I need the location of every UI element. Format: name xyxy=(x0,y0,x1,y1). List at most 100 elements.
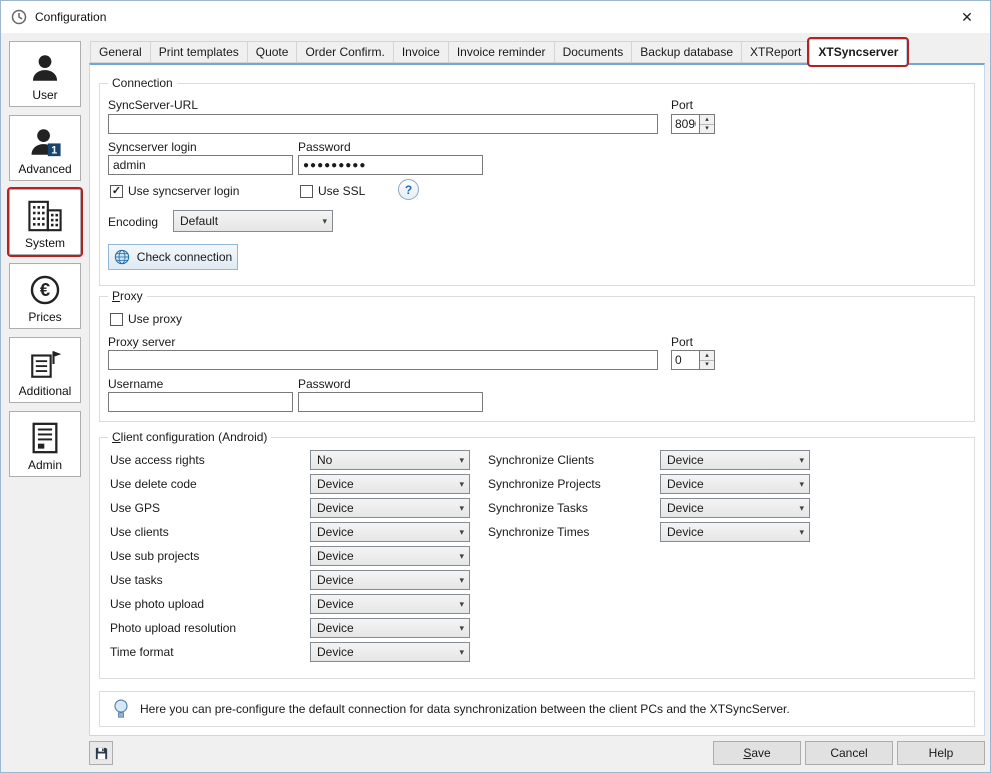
chevron-down-icon: ▾ xyxy=(799,503,804,514)
syncserver-url-label: SyncServer-URL xyxy=(108,98,198,112)
sidebar-item-admin[interactable]: Admin xyxy=(9,411,81,477)
syncserver-url-input[interactable] xyxy=(108,114,658,134)
chevron-down-icon: ▾ xyxy=(459,503,464,514)
prices-icon-wrap: € xyxy=(28,269,62,310)
check-connection-button[interactable]: Check connection xyxy=(108,244,238,270)
tab-xtreport[interactable]: XTReport xyxy=(741,41,810,63)
sidebar-item-prices[interactable]: € Prices xyxy=(9,263,81,329)
save-button[interactable]: Save xyxy=(713,741,801,765)
sidebar-item-label: Additional xyxy=(19,384,72,398)
app-icon xyxy=(11,9,27,25)
proxy-server-input[interactable] xyxy=(108,350,658,370)
config-row: Use tasks Device▾ xyxy=(110,570,470,590)
use-gps-select[interactable]: Device ▾ xyxy=(310,498,470,518)
config-label: Use photo upload xyxy=(110,597,310,611)
proxy-port-input[interactable] xyxy=(671,350,700,370)
synchronize-tasks-select[interactable]: Device▾ xyxy=(660,498,810,518)
config-row: Use access rights No▾ xyxy=(110,450,470,470)
password-input[interactable] xyxy=(298,155,483,175)
combo-value: Device xyxy=(317,645,354,659)
config-row: Synchronize Times Device▾ xyxy=(488,522,810,542)
client-config-group: Client configuration (Android) Use acces… xyxy=(99,437,975,679)
photo-upload-resolution-select[interactable]: Device ▾ xyxy=(310,618,470,638)
config-label: Synchronize Projects xyxy=(488,477,660,491)
tab-documents[interactable]: Documents xyxy=(554,41,633,63)
tab-invoice[interactable]: Invoice xyxy=(393,41,449,63)
use-sub-projects-select[interactable]: Device▾ xyxy=(310,546,470,566)
config-label: Synchronize Clients xyxy=(488,453,660,467)
proxy-username-input[interactable] xyxy=(108,392,293,412)
use-syncserver-login-checkbox[interactable]: ✓ Use syncserver login xyxy=(110,184,239,198)
sidebar-item-user[interactable]: User xyxy=(9,41,81,107)
combo-value: Device xyxy=(317,597,354,611)
spinner-down-icon[interactable]: ▾ xyxy=(700,125,714,134)
tab-order-confirm[interactable]: Order Confirm. xyxy=(296,41,393,63)
port-input[interactable] xyxy=(671,114,700,134)
connection-group: Connection SyncServer-URL Port ▴ ▾ Syncs… xyxy=(99,83,975,286)
port-spinner: ▴ ▾ xyxy=(700,114,715,134)
tab-invoice-reminder[interactable]: Invoice reminder xyxy=(448,41,555,63)
help-icon[interactable]: ? xyxy=(398,179,419,200)
synchronize-projects-select[interactable]: Device▾ xyxy=(660,474,810,494)
config-label: Use delete code xyxy=(110,477,310,491)
config-label: Synchronize Times xyxy=(488,525,660,539)
client-config-right-column: Synchronize Clients Device▾ Synchronize … xyxy=(488,450,810,542)
synchronize-clients-select[interactable]: Device▾ xyxy=(660,450,810,470)
use-delete-code-select[interactable]: Device▾ xyxy=(310,474,470,494)
help-button[interactable]: Help xyxy=(897,741,985,765)
combo-value: Device xyxy=(317,501,354,515)
chevron-down-icon: ▾ xyxy=(459,479,464,490)
config-label: Photo upload resolution xyxy=(110,621,310,635)
use-clients-select[interactable]: Device▾ xyxy=(310,522,470,542)
sidebar-item-advanced[interactable]: 1 Advanced xyxy=(9,115,81,181)
spinner-down-icon[interactable]: ▾ xyxy=(700,361,714,370)
config-row: Use photo upload Device ▾ xyxy=(110,594,470,614)
sidebar-item-label: System xyxy=(25,236,65,250)
client-config-legend: Client configuration (Android) xyxy=(108,430,271,445)
tab-print-templates[interactable]: Print templates xyxy=(150,41,248,63)
tab-quote[interactable]: Quote xyxy=(247,41,298,63)
config-label: Use clients xyxy=(110,525,310,539)
syncserver-login-input[interactable] xyxy=(108,155,293,175)
use-proxy-checkbox[interactable]: Use proxy xyxy=(110,312,182,326)
config-label: Time format xyxy=(110,645,310,659)
password-label: Password xyxy=(298,140,351,154)
sidebar-item-label: Admin xyxy=(28,458,62,472)
cancel-button[interactable]: Cancel xyxy=(805,741,893,765)
combo-value: Device xyxy=(667,453,704,467)
chevron-down-icon: ▾ xyxy=(459,599,464,610)
save-icon-button[interactable] xyxy=(89,741,113,765)
sidebar-item-additional[interactable]: Additional xyxy=(9,337,81,403)
device-icon xyxy=(29,421,61,455)
tab-general[interactable]: General xyxy=(90,41,151,63)
hint-text: Here you can pre-configure the default c… xyxy=(140,702,790,716)
chevron-down-icon: ▾ xyxy=(459,623,464,634)
config-label: Use access rights xyxy=(110,453,310,467)
use-access-rights-select[interactable]: No▾ xyxy=(310,450,470,470)
combo-value: Device xyxy=(667,525,704,539)
lightbulb-icon xyxy=(112,697,130,721)
tab-xtsyncserver[interactable]: XTSyncserver xyxy=(809,39,907,65)
proxy-legend: Proxy xyxy=(108,289,147,304)
sidebar-item-system[interactable]: System xyxy=(9,189,81,255)
combo-value: Device xyxy=(317,621,354,635)
configuration-window: Configuration ✕ User 1 Advanced xyxy=(0,0,991,773)
close-button[interactable]: ✕ xyxy=(944,1,990,33)
proxy-password-input[interactable] xyxy=(298,392,483,412)
proxy-group: Proxy Use proxy Proxy server Port ▴ ▾ Us… xyxy=(99,296,975,422)
additional-icon-wrap xyxy=(27,343,63,384)
use-photo-upload-select[interactable]: Device ▾ xyxy=(310,594,470,614)
admin-icon-wrap xyxy=(29,417,61,458)
encoding-select[interactable]: Default ▾ xyxy=(173,210,333,232)
config-row: Use delete code Device▾ xyxy=(110,474,470,494)
combo-value: Device xyxy=(317,549,354,563)
use-ssl-checkbox[interactable]: Use SSL xyxy=(300,184,365,198)
time-format-select[interactable]: Device▾ xyxy=(310,642,470,662)
use-tasks-select[interactable]: Device▾ xyxy=(310,570,470,590)
synchronize-times-select[interactable]: Device▾ xyxy=(660,522,810,542)
config-label: Use tasks xyxy=(110,573,310,587)
config-label: Synchronize Tasks xyxy=(488,501,660,515)
spinner-up-icon[interactable]: ▴ xyxy=(700,351,714,361)
tab-backup-database[interactable]: Backup database xyxy=(631,41,742,63)
spinner-up-icon[interactable]: ▴ xyxy=(700,115,714,125)
